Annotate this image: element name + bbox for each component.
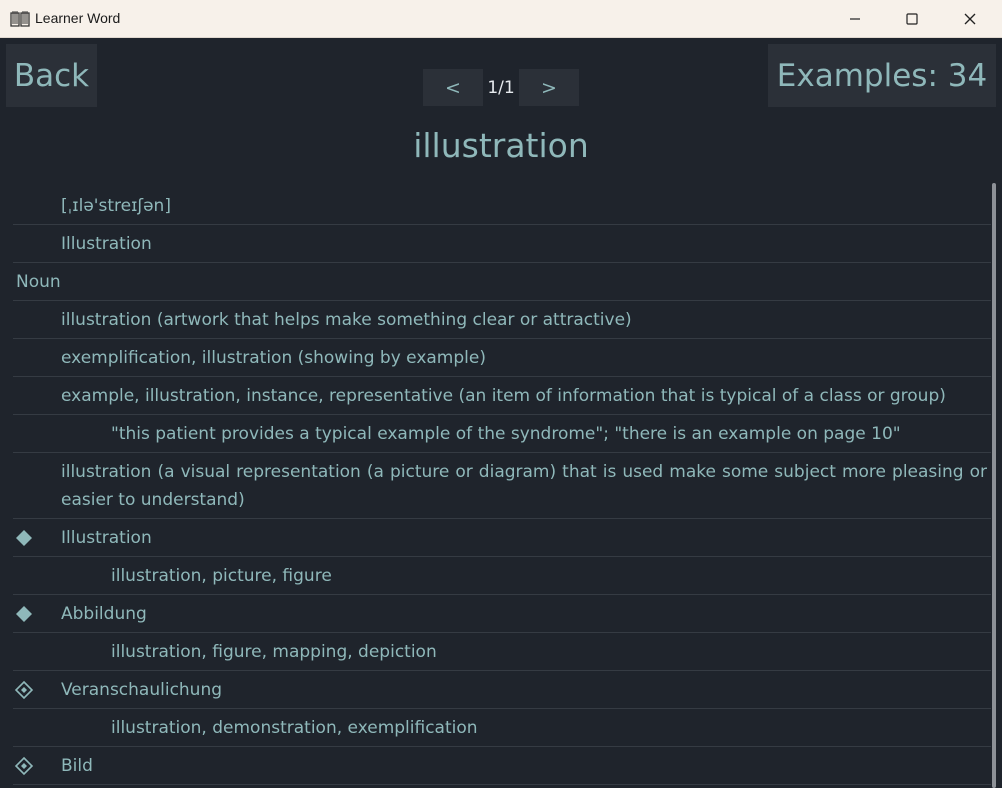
maximize-button[interactable]: [883, 0, 941, 38]
part-of-speech: Noun: [16, 272, 61, 292]
outline-diamond-icon: [14, 680, 34, 700]
translation-row[interactable]: Illustration: [13, 519, 991, 557]
minimize-icon: [850, 18, 860, 20]
pronunciation-row: [ˌɪlə'streɪʃən]: [13, 187, 991, 225]
translation-row[interactable]: Abbildung: [13, 595, 991, 633]
previous-page-button[interactable]: <: [423, 69, 483, 106]
filled-diamond-icon: [16, 530, 32, 546]
translation-word: Abbildung: [61, 604, 147, 624]
definition-text: exemplification, illustration (showing b…: [61, 348, 486, 368]
definition-row: illustration (a visual representation (a…: [13, 453, 991, 519]
translation-word: Bild: [61, 756, 93, 776]
title-bar: Learner Word: [0, 0, 1002, 38]
translation-word: Veranschaulichung: [61, 680, 223, 700]
definition-row: example, illustration, instance, represe…: [13, 377, 991, 415]
next-page-button[interactable]: >: [519, 69, 579, 106]
close-icon: [964, 13, 976, 25]
translation-row[interactable]: Veranschaulichung: [13, 671, 991, 709]
outline-diamond-icon: [14, 756, 34, 776]
translation-label: Illustration: [61, 234, 152, 254]
book-icon: [10, 9, 30, 29]
example-sentence: "this patient provides a typical example…: [111, 424, 901, 444]
synonym-row: illustration, figure, mapping, depiction: [13, 633, 991, 671]
synonym-list: illustration, figure, mapping, depiction: [111, 642, 437, 662]
main-content: Back < 1/1 > Examples: 34 illustration […: [0, 38, 1002, 788]
definition-text: illustration (a visual representation (a…: [61, 462, 987, 510]
definition-text: illustration (artwork that helps make so…: [61, 310, 632, 330]
definition-text: example, illustration, instance, represe…: [61, 386, 946, 406]
back-button[interactable]: Back: [6, 44, 97, 107]
definition-row: exemplification, illustration (showing b…: [13, 339, 991, 377]
definition-row: illustration (artwork that helps make so…: [13, 301, 991, 339]
definition-list: [ˌɪlə'streɪʃən] Illustration Noun illust…: [13, 187, 991, 785]
headword: illustration: [413, 126, 589, 165]
close-button[interactable]: [941, 0, 999, 38]
page-indicator: 1/1: [487, 77, 515, 98]
synonym-list: illustration, demonstration, exemplifica…: [111, 718, 478, 738]
filled-diamond-icon: [16, 606, 32, 622]
examples-button[interactable]: Examples: 34: [768, 44, 996, 107]
vertical-scrollbar[interactable]: [992, 183, 996, 788]
pronunciation: [ˌɪlə'streɪʃən]: [61, 196, 171, 216]
window-title: Learner Word: [35, 10, 121, 26]
translation-word: Illustration: [61, 528, 152, 548]
list-item: Illustration: [13, 225, 991, 263]
example-sentence-row: "this patient provides a typical example…: [13, 415, 991, 453]
synonym-row: illustration, demonstration, exemplifica…: [13, 709, 991, 747]
part-of-speech-row: Noun: [13, 263, 991, 301]
synonym-list: illustration, picture, figure: [111, 566, 332, 586]
maximize-icon: [906, 13, 918, 25]
translation-row[interactable]: Bild: [13, 747, 991, 785]
synonym-row: illustration, picture, figure: [13, 557, 991, 595]
minimize-button[interactable]: [826, 0, 884, 38]
